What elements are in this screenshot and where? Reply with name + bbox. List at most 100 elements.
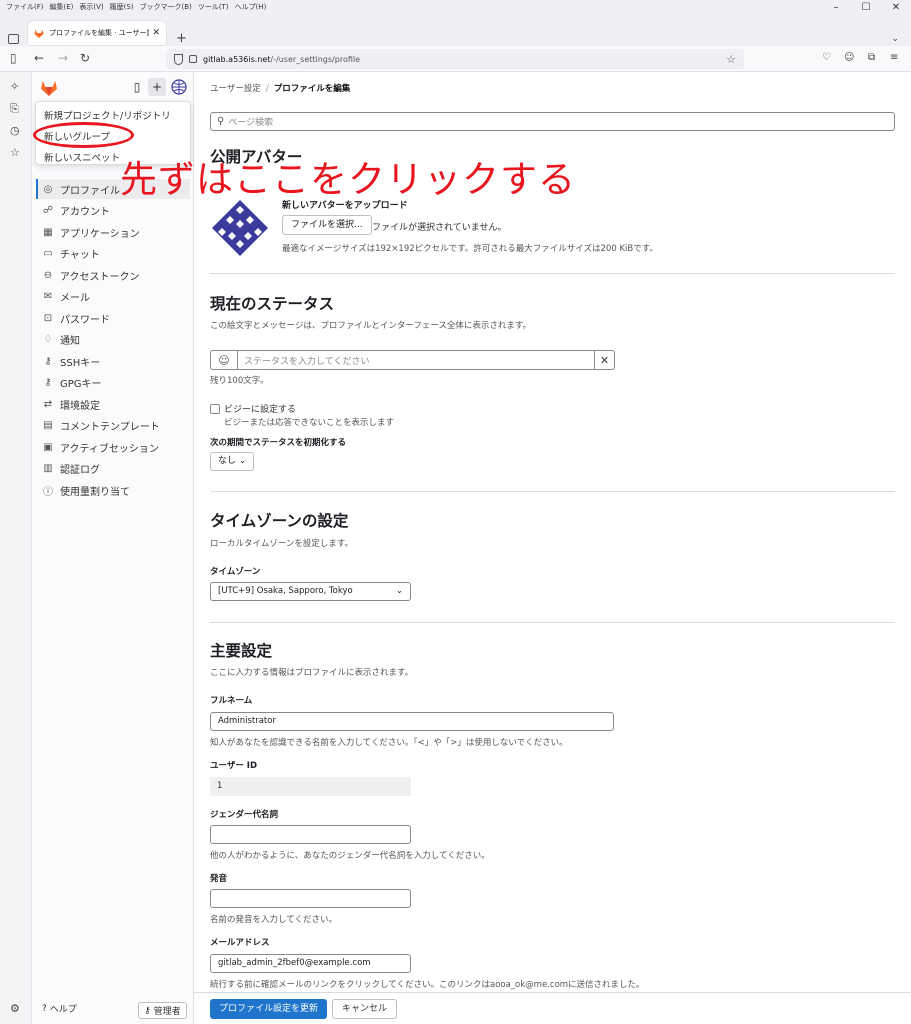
choose-file-button[interactable]: ファイルを選択... bbox=[282, 215, 372, 235]
new-tab-icon[interactable]: + bbox=[176, 31, 187, 46]
sidebar-item-label: SSHキー bbox=[60, 357, 101, 369]
pronouns-input[interactable] bbox=[210, 825, 411, 844]
hamburger-menu-icon[interactable]: ≡ bbox=[890, 52, 898, 63]
menu-tools[interactable]: ツール(T) bbox=[198, 2, 229, 12]
page-search-input[interactable]: ⚲ ページ検索 bbox=[210, 112, 895, 131]
history-icon[interactable]: ◷ bbox=[10, 124, 20, 137]
new-project-item[interactable]: 新規プロジェクト/リポジトリ bbox=[44, 108, 171, 122]
tab-strip: プロファイルを編集 · ユーザー設定 · G ✕ + ⌄ bbox=[0, 14, 911, 46]
chevron-down-icon[interactable]: ⌄ bbox=[891, 34, 899, 44]
sidebar-item[interactable]: ▭ チャット bbox=[36, 244, 190, 264]
sidebar-item-label: コメントテンプレート bbox=[60, 422, 160, 433]
annotation-text: 先ずはここをクリックする bbox=[120, 158, 576, 201]
email-label: メールアドレス bbox=[210, 938, 270, 948]
reload-icon[interactable]: ↻ bbox=[80, 51, 90, 65]
sidebar-item[interactable]: ⚷ SSHキー bbox=[36, 351, 190, 371]
update-profile-button[interactable]: プロファイル設定を更新 bbox=[210, 999, 328, 1019]
tabs-icon[interactable]: ⎘ bbox=[10, 102, 19, 116]
clear-status-icon[interactable]: ✕ bbox=[594, 351, 614, 369]
status-input[interactable]: ステータスを入力してください bbox=[238, 351, 594, 369]
tab-title: プロファイルを編集 · ユーザー設定 · G bbox=[49, 29, 149, 37]
menu-edit[interactable]: 編集(E) bbox=[50, 2, 74, 12]
full-name-input[interactable]: Administrator bbox=[210, 712, 614, 731]
timezone-description: ローカルタイムゾーンを設定します。 bbox=[210, 539, 354, 549]
breadcrumb-current: プロファイルを編集 bbox=[273, 84, 351, 94]
admin-label: 管理者 bbox=[153, 1007, 181, 1017]
bookmark-star-icon[interactable]: ☆ bbox=[726, 53, 736, 66]
status-heading: 現在のステータス bbox=[210, 295, 335, 313]
timezone-select[interactable]: [UTC+9] Osaka, Sapporo, Tokyo ⌄ bbox=[210, 582, 411, 601]
sidebar-item-label: アクティブセッション bbox=[60, 443, 159, 455]
email-select[interactable]: gitlab_admin_2fbef0@example.com bbox=[210, 954, 411, 973]
sidebar-item-label: アカウント bbox=[60, 207, 110, 218]
sidebar-item[interactable]: ▥ 認証ログ bbox=[36, 459, 190, 479]
sidebar-item-label: アクセストークン bbox=[60, 271, 140, 283]
address-bar[interactable]: gitlab.a536is.net/-/user_settings/profil… bbox=[166, 49, 744, 69]
sidebar-item[interactable]: ✉ メール bbox=[36, 287, 190, 307]
account-icon: ☍ bbox=[42, 205, 54, 216]
pocket-icon[interactable]: ♡ bbox=[822, 52, 831, 63]
menu-file[interactable]: ファイル(F) bbox=[6, 2, 44, 12]
globe-icon[interactable] bbox=[170, 78, 188, 96]
close-tab-icon[interactable]: ✕ bbox=[152, 28, 160, 38]
sidebar-item-label: 通知 bbox=[60, 336, 80, 347]
preferences-icon: ⇄ bbox=[43, 398, 53, 410]
clear-status-label: 次の期間でステータスを初期化する bbox=[210, 438, 347, 448]
emoji-picker-icon[interactable]: ☺ bbox=[211, 351, 238, 369]
help-button[interactable]: ? ヘルプ bbox=[42, 1002, 77, 1016]
sidebar-item[interactable]: ▣ アクティブセッション bbox=[36, 437, 190, 457]
tab-list-icon[interactable] bbox=[8, 34, 19, 44]
key-icon: ⚷ bbox=[44, 377, 52, 388]
create-new-plus-icon[interactable]: + bbox=[148, 78, 166, 96]
status-input-group: ☺ ステータスを入力してください ✕ bbox=[210, 350, 615, 370]
back-icon[interactable]: ← bbox=[34, 51, 44, 65]
sidebar-item[interactable]: ▤ コメントテンプレート bbox=[36, 416, 190, 436]
divider bbox=[210, 491, 895, 492]
pronunciation-input[interactable] bbox=[210, 889, 411, 908]
menu-view[interactable]: 表示(V) bbox=[79, 2, 103, 12]
sidebar-toggle-icon[interactable]: ▯ bbox=[10, 51, 17, 65]
browser-tab[interactable]: プロファイルを編集 · ユーザー設定 · G ✕ bbox=[28, 21, 166, 45]
sidebar-item[interactable]: ⊖ アクセストークン bbox=[36, 265, 190, 285]
sparkle-icon[interactable]: ✧ bbox=[10, 80, 19, 93]
applications-icon: ▦ bbox=[43, 226, 53, 238]
sidebar-item[interactable]: ⇄ 環境設定 bbox=[36, 394, 190, 414]
clear-status-select[interactable]: なし ⌄ bbox=[210, 452, 255, 471]
status-description: この絵文字とメッセージは、プロファイルとインターフェース全体に表示されます。 bbox=[210, 321, 532, 331]
sidebar-item[interactable]: ⚷ GPGキー bbox=[36, 373, 190, 393]
breadcrumb-parent[interactable]: ユーザー設定 bbox=[210, 84, 261, 94]
sidebar-item[interactable]: ♢ 通知 bbox=[36, 330, 190, 350]
cancel-button[interactable]: キャンセル bbox=[332, 999, 398, 1019]
busy-checkbox[interactable] bbox=[210, 404, 220, 414]
form-actions: プロファイル設定を更新 キャンセル bbox=[194, 992, 911, 1024]
admin-button[interactable]: ⚷ 管理者 bbox=[138, 1002, 187, 1019]
clear-status-value: なし bbox=[218, 456, 237, 466]
sidebar-item-label: プロファイル bbox=[60, 185, 120, 197]
main-content: ユーザー設定 / プロファイルを編集 ⚲ ページ検索 公開アバター 新しいアバターを… bbox=[194, 72, 911, 1024]
menu-help[interactable]: ヘルプ(H) bbox=[235, 2, 267, 12]
chevron-down-icon: ⌄ bbox=[395, 586, 403, 596]
forward-icon[interactable]: → bbox=[58, 51, 68, 65]
status-char-count: 残り100文字。 bbox=[210, 376, 269, 386]
extensions-icon[interactable]: ⧉ bbox=[868, 52, 875, 63]
shield-icon[interactable] bbox=[174, 53, 183, 65]
sidebar-item-label: GPGキー bbox=[60, 379, 102, 390]
gitlab-logo-icon[interactable] bbox=[40, 80, 58, 96]
busy-checkbox-label[interactable]: ビジーに設定する bbox=[224, 402, 296, 415]
sidebar-item[interactable]: ⊡ パスワード bbox=[36, 308, 190, 328]
panel-toggle-icon[interactable]: ▯ bbox=[128, 78, 146, 96]
settings-gear-icon[interactable]: ⚙ bbox=[10, 1002, 20, 1015]
sidebar-item[interactable]: ☍ アカウント bbox=[36, 201, 190, 221]
new-snippet-item[interactable]: 新しいスニペット bbox=[44, 150, 120, 164]
search-icon: ⚲ bbox=[217, 116, 225, 127]
lock-icon[interactable] bbox=[189, 55, 197, 63]
browser-navbar: ▯ ← → ↻ gitlab.a536is.net/-/user_setting… bbox=[0, 46, 911, 72]
sidebar-item[interactable]: ⓘ 使用量割り当て bbox=[36, 480, 190, 500]
sidebar-item[interactable]: ▦ アプリケーション bbox=[36, 222, 190, 242]
menu-history[interactable]: 履歴(S) bbox=[110, 2, 134, 12]
user-id-label: ユーザー ID bbox=[210, 761, 258, 771]
account-icon[interactable]: ☺ bbox=[844, 52, 854, 63]
bookmarks-icon[interactable]: ☆ bbox=[10, 146, 20, 159]
log-icon: ▥ bbox=[43, 463, 53, 474]
menu-bookmarks[interactable]: ブックマーク(B) bbox=[140, 2, 192, 12]
